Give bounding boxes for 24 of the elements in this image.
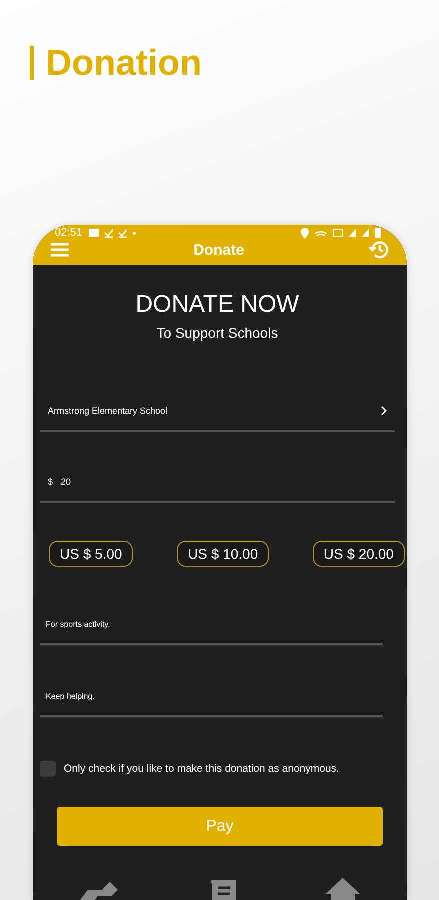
amount-chip[interactable]: US $ 5.00: [49, 541, 134, 567]
network-icon: [333, 229, 343, 237]
anonymous-label: Only check if you like to make this donation as anonymous.: [64, 763, 340, 775]
battery-icon: [375, 228, 381, 238]
donate-subheading: To Support Schools: [156, 325, 278, 341]
app-bar-title: Donate: [194, 242, 244, 258]
note-field[interactable]: For sports activity.: [40, 567, 383, 645]
wifi-icon: [315, 230, 327, 236]
download-done-icon: [118, 228, 127, 238]
currency-symbol: $: [48, 477, 54, 487]
image-icon: [88, 229, 99, 237]
dot-icon: [132, 232, 136, 234]
anonymous-checkbox[interactable]: [40, 761, 56, 777]
note-field[interactable]: Keep helping.: [40, 645, 383, 717]
chevron-right-icon: [381, 406, 387, 416]
download-done-icon: [104, 228, 113, 238]
page-title: Donation: [46, 42, 202, 84]
amount-chip[interactable]: US $ 10.00: [177, 541, 270, 567]
amount-field[interactable]: $ 20: [40, 432, 395, 503]
location-icon: [301, 228, 309, 238]
school-select[interactable]: Armstrong Elementary School: [40, 341, 395, 432]
amount-chip[interactable]: US $ 20.00: [312, 541, 405, 567]
status-time: 02:51: [55, 227, 83, 239]
donate-heading: DONATE NOW: [136, 291, 300, 319]
